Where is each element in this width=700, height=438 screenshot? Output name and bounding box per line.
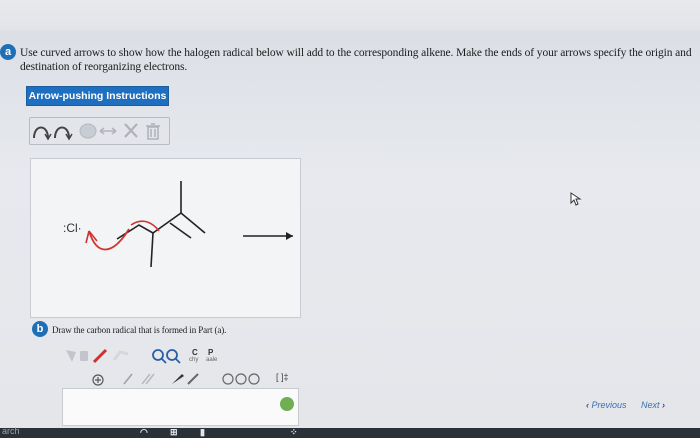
taskbar-icon-1[interactable]: ◠ [140,427,148,438]
drawing-canvas[interactable]: :Cl· [30,158,301,318]
wedge-bond-icon[interactable] [172,374,184,384]
taskbar-icon-3[interactable]: ▮ [200,427,205,438]
reaction-arrow [243,232,293,240]
previous-label: Previous [591,400,627,410]
part-a-question-line2: destination of reorganizing electrons. [20,61,188,73]
page: a Use curved arrows to show how the halo… [0,0,700,438]
p-atom-label[interactable]: P [208,348,213,357]
bracket-tool[interactable]: [ ]‡ [276,372,289,382]
single-bond-icon[interactable] [123,373,133,385]
zoom-in-icon[interactable] [152,349,167,364]
ring-icon[interactable] [112,350,129,361]
zoom-out-icon[interactable] [166,349,181,364]
taskbar [0,428,700,438]
part-a-question-line1: Use curved arrows to show how the haloge… [20,47,692,59]
scale-label: aale [206,357,218,363]
double-bond-icon[interactable] [141,373,155,385]
mouse-cursor-icon [570,192,582,206]
cyclopentane-icon[interactable] [235,373,247,385]
chlorine-radical-label[interactable]: :Cl· [63,221,82,235]
c-atom-label[interactable]: C [192,348,198,357]
arrow-toolbar [29,117,170,145]
trash-icon[interactable] [146,123,160,140]
ellipse-icon[interactable] [79,123,97,139]
taskbar-search-label[interactable]: arch [2,426,20,436]
select-tool-icon[interactable] [66,350,76,362]
answer-drawing-area[interactable] [62,388,299,426]
taskbar-icon-4[interactable]: ⁘ [290,427,298,438]
next-label: Next [641,400,660,410]
resize-arrows-icon[interactable] [99,127,117,135]
arrow-pushing-instructions-button[interactable]: Arrow-pushing Instructions [26,86,169,106]
hash-bond-icon[interactable] [187,373,199,385]
chain-label: chy [189,357,199,363]
alkene-structure[interactable] [116,181,206,268]
clear-x-icon[interactable] [124,123,138,138]
add-atom-icon[interactable] [92,374,104,386]
drawing-toolbar: C chy P aale [ ]‡ [58,342,308,390]
curved-arrow-single-icon[interactable] [33,126,52,141]
next-chevron-icon: › [662,400,666,410]
eraser-icon[interactable] [80,351,88,361]
part-b-question: Draw the carbon radical that is formed i… [52,325,227,335]
part-a-badge: a [0,44,16,60]
pen-red-icon[interactable] [92,348,108,364]
cyclopropane-icon[interactable] [222,373,234,385]
part-b-badge: b [32,321,48,337]
benzene-icon[interactable] [248,373,260,385]
top-band [0,0,700,30]
previous-button[interactable]: ‹ Previous [586,400,627,410]
previous-chevron-icon: ‹ [586,400,589,410]
curved-arrow-double-icon[interactable] [54,126,73,141]
next-button[interactable]: Next › [641,400,665,410]
check-icon[interactable] [280,397,294,411]
taskbar-icon-2[interactable]: ⊞ [170,427,178,438]
